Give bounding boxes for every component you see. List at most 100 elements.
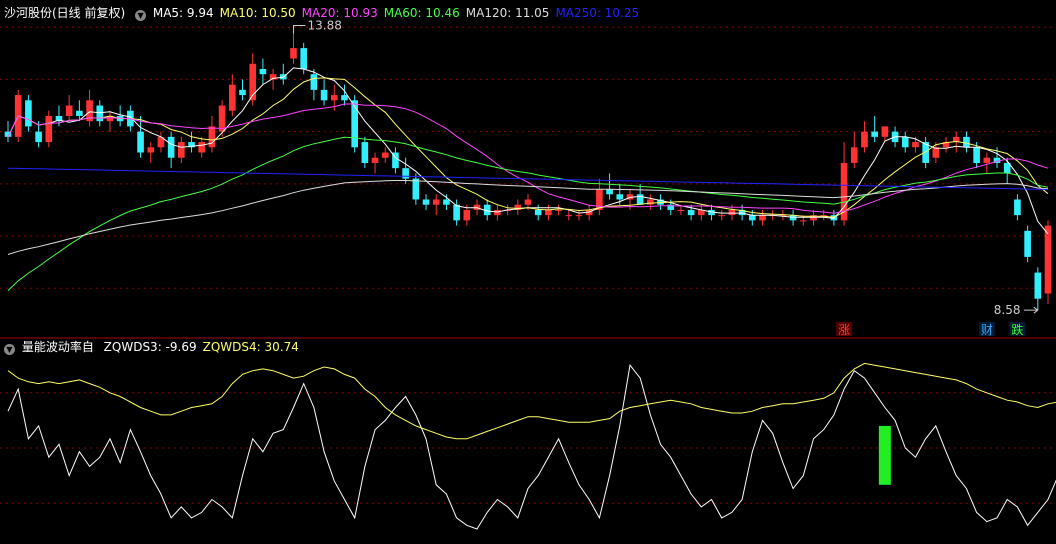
candle[interactable] — [106, 110, 114, 132]
candle[interactable] — [45, 110, 53, 148]
candle[interactable] — [545, 204, 552, 221]
candle[interactable] — [606, 173, 613, 200]
event-marker[interactable]: 财 — [981, 323, 993, 337]
candle-body — [616, 194, 624, 200]
candle[interactable] — [861, 121, 868, 153]
settings-dot-icon[interactable]: ▼ — [135, 10, 147, 21]
ma-legend-items: MA5: 9.94 MA10: 10.50 MA20: 10.93 MA60: 10.… — [153, 6, 645, 20]
candle[interactable] — [86, 89, 93, 127]
candle[interactable] — [137, 115, 144, 158]
candle-body — [453, 204, 460, 221]
candle[interactable] — [534, 204, 542, 221]
candle-body — [749, 215, 756, 221]
candle[interactable] — [381, 147, 389, 163]
candle[interactable] — [178, 136, 185, 163]
candle-body — [983, 157, 991, 163]
candle[interactable] — [850, 131, 858, 169]
zqwds3-line — [7, 364, 1056, 530]
candle[interactable] — [259, 58, 267, 85]
candle[interactable] — [810, 209, 817, 226]
candle[interactable] — [157, 131, 165, 153]
candle-body — [963, 136, 970, 148]
candle[interactable] — [371, 152, 379, 174]
candle[interactable] — [167, 131, 175, 169]
indicator-settings-dot-icon[interactable]: ▼ — [4, 344, 15, 355]
event-marker[interactable]: 跌 — [1011, 322, 1023, 337]
candle[interactable] — [290, 33, 297, 64]
candle-body — [871, 131, 878, 137]
candle[interactable] — [198, 136, 206, 158]
candle[interactable] — [320, 79, 328, 106]
candle[interactable] — [647, 194, 654, 210]
candle-body — [147, 147, 155, 153]
candle[interactable] — [514, 199, 522, 216]
candle-body — [932, 147, 940, 158]
candle[interactable] — [65, 95, 73, 122]
candle[interactable] — [789, 209, 797, 226]
candle[interactable] — [188, 131, 195, 153]
low-label: 8.58 — [994, 303, 1021, 317]
candle-body — [636, 194, 644, 205]
candle-body — [137, 131, 144, 153]
candle-body — [35, 131, 42, 143]
candle-body — [1034, 272, 1042, 299]
candle[interactable] — [963, 131, 970, 153]
ma-legend-item-5: MA250: 10.25 — [555, 6, 640, 20]
candle[interactable] — [1034, 267, 1042, 311]
candle[interactable] — [942, 136, 950, 153]
ma60-line — [7, 136, 1049, 291]
candle-body — [545, 209, 552, 216]
candle[interactable] — [249, 53, 257, 106]
candle[interactable] — [983, 152, 991, 174]
candle[interactable] — [116, 105, 124, 127]
candle-body — [759, 215, 766, 221]
candle-body — [229, 84, 236, 111]
indicator-title: 量能波动率自 — [21, 340, 94, 354]
candle-body — [330, 95, 338, 101]
candle[interactable] — [147, 142, 155, 163]
indicator-legend-items: ZQWDS3: -9.69 ZQWDS4: 30.74 — [104, 340, 305, 354]
candle[interactable] — [402, 157, 409, 184]
candle[interactable] — [575, 209, 583, 221]
candle-body — [565, 215, 573, 217]
candle-body — [534, 209, 542, 216]
candle[interactable] — [218, 100, 226, 137]
candle[interactable] — [1044, 220, 1052, 304]
indicator-lines — [7, 362, 1056, 530]
candle-body — [412, 178, 420, 200]
grid-lines — [0, 26, 1056, 504]
moving-averages — [7, 67, 1049, 291]
candle[interactable] — [392, 147, 399, 174]
candle-body — [555, 209, 562, 211]
candle[interactable] — [96, 100, 104, 127]
candle[interactable] — [871, 115, 878, 143]
event-marker[interactable]: 涨 — [838, 322, 850, 337]
candle[interactable] — [565, 209, 573, 221]
candle[interactable] — [718, 209, 726, 221]
candle-body — [901, 136, 909, 148]
ma-legend-item-1: MA10: 10.50 — [219, 6, 296, 20]
candle[interactable] — [555, 204, 562, 216]
candle[interactable] — [1014, 194, 1021, 221]
candle[interactable] — [361, 136, 369, 169]
candle-body — [381, 152, 389, 158]
candle[interactable] — [432, 194, 440, 216]
stock-chart[interactable]: 13.888.58涨财跌 — [0, 0, 1056, 544]
indicator-legend: ▼ 量能波动率自 ZQWDS3: -9.69 ZQWDS4: 30.74 — [4, 340, 311, 355]
candle-body — [341, 95, 348, 101]
candle[interactable] — [279, 63, 287, 85]
candle[interactable] — [443, 194, 450, 210]
candle[interactable] — [1024, 225, 1031, 263]
candle[interactable] — [698, 204, 705, 221]
candle[interactable] — [494, 204, 501, 221]
candle[interactable] — [412, 173, 420, 205]
candle[interactable] — [239, 79, 246, 101]
candle[interactable] — [422, 194, 430, 210]
candle[interactable] — [208, 115, 216, 153]
candle[interactable] — [759, 209, 766, 226]
candle[interactable] — [901, 131, 909, 153]
candle-body — [524, 199, 532, 205]
candle[interactable] — [25, 95, 32, 132]
candle-body — [677, 209, 685, 211]
candle[interactable] — [229, 74, 236, 116]
